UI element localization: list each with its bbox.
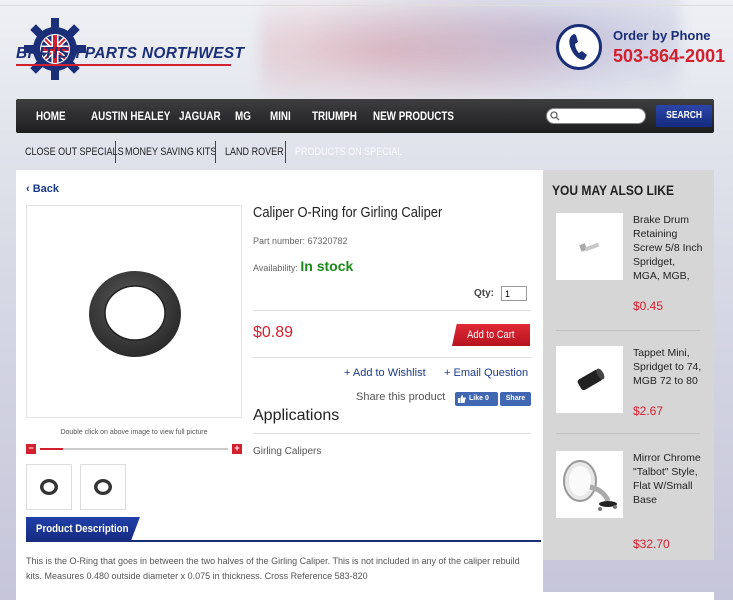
related-product-price: $2.67 [633,404,664,418]
qty-label: Qty: [474,288,494,299]
o-ring-thumb-icon [40,479,58,495]
zoom-out-icon[interactable]: − [26,444,36,454]
related-product-image[interactable] [556,451,623,518]
part-number: Part number: 67320782 [253,236,348,246]
availability-label: Availability: [253,263,298,273]
email-question-link[interactable]: + Email Question [444,367,528,379]
zoom-in-icon[interactable]: + [232,444,242,454]
search-button-label: SEARCH [666,110,702,121]
related-product-name[interactable]: Brake Drum Retaining Screw 5/8 Inch Spri… [633,213,703,283]
image-hint: Double click on above image to view full… [60,429,208,436]
nav-austin-healey[interactable]: AUSTIN HEALEY [91,99,170,133]
related-product-image[interactable] [556,346,623,413]
zoom-track[interactable] [40,448,228,450]
add-to-wishlist-link[interactable]: + Add to Wishlist [344,367,426,379]
nav-mini[interactable]: MINI [270,99,291,133]
brand-name: BRITISH PARTS NORTHWEST [16,45,244,66]
zoom-fill [40,448,63,450]
phone-icon [556,24,602,70]
subnav-separator [215,141,216,163]
top-divider [0,0,733,6]
subnav-money-saving-kits[interactable]: MONEY SAVING KITS [125,141,216,163]
nav-triumph[interactable]: TRIUMPH [312,99,357,133]
add-to-cart-label: Add to Cart [467,329,515,341]
related-product-price: $0.45 [633,299,664,313]
stock-status: In stock [300,258,354,274]
availability: Availability: In stock [253,258,353,274]
o-ring-thumb-icon [94,479,112,495]
tab-label: Product Description [36,523,129,535]
related-product-name[interactable]: Tappet Mini, Spridget to 74, MGB 72 to 8… [633,346,703,388]
subnav-separator [285,141,286,163]
product-description: This is the O-Ring that goes in between … [26,556,520,581]
site-logo[interactable]: BRITISH PARTS NORTHWEST [16,18,244,90]
subnav-separator [115,141,116,163]
mirror-icon [562,459,617,511]
subnav-products-on-special[interactable]: PRODUCTS ON SPECIAL [295,141,402,163]
share-label: Share this product [356,391,446,403]
facebook-share-button[interactable]: Share [500,392,531,406]
thumbnail-1[interactable] [26,464,72,510]
nav-mg[interactable]: MG [235,99,251,133]
search-input[interactable] [546,108,646,124]
page-bottom [16,592,714,600]
sidebar-title: YOU MAY ALSO LIKE [552,182,674,198]
nav-new-products[interactable]: NEW PRODUCTS [373,99,454,133]
o-ring-image [89,271,181,357]
related-product-name[interactable]: Mirror Chrome "Talbot" Style, Flat W/Sma… [633,451,703,507]
main-nav: HOME AUSTIN HEALEY JAGUAR MG MINI TRIUMP… [16,99,714,133]
order-by-phone[interactable]: Order by Phone 503-864-2001 [556,24,726,74]
tab-product-description[interactable]: Product Description [26,517,140,541]
thumbnail-2[interactable] [80,464,126,510]
divider [253,433,531,434]
sidebar-divider [556,433,700,434]
facebook-like-button[interactable]: Like 0 [455,392,498,406]
phone-number[interactable]: 503-864-2001 [613,46,725,67]
tappet-icon [577,368,604,390]
phone-label: Order by Phone [613,28,711,43]
related-product-image[interactable] [556,213,623,280]
nav-jaguar[interactable]: JAGUAR [179,99,221,133]
subnav-close-out-specials[interactable]: CLOSE OUT SPECIALS [25,141,124,163]
related-product-price: $32.70 [633,537,670,551]
thumbs-up-icon [458,395,466,403]
quantity-input[interactable] [501,286,527,301]
search-icon [550,111,560,121]
application-item: Girling Calipers [253,446,322,457]
subnav-land-rover[interactable]: LAND ROVER [225,141,284,163]
product-price: $0.89 [253,324,294,341]
zoom-slider[interactable]: − + [26,444,242,454]
back-link[interactable]: ‹ Back [26,183,59,195]
product-image[interactable] [26,205,242,418]
screw-icon [578,242,599,252]
nav-home[interactable]: HOME [36,99,66,133]
search-button[interactable]: SEARCH [656,105,712,127]
sidebar-divider [556,330,700,331]
fb-like-label: Like 0 [469,395,489,402]
product-title: Caliper O-Ring for Girling Caliper [253,204,443,221]
divider [253,357,531,358]
applications-heading: Applications [253,407,340,424]
add-to-cart-button[interactable]: Add to Cart [452,324,530,346]
divider [253,310,531,311]
